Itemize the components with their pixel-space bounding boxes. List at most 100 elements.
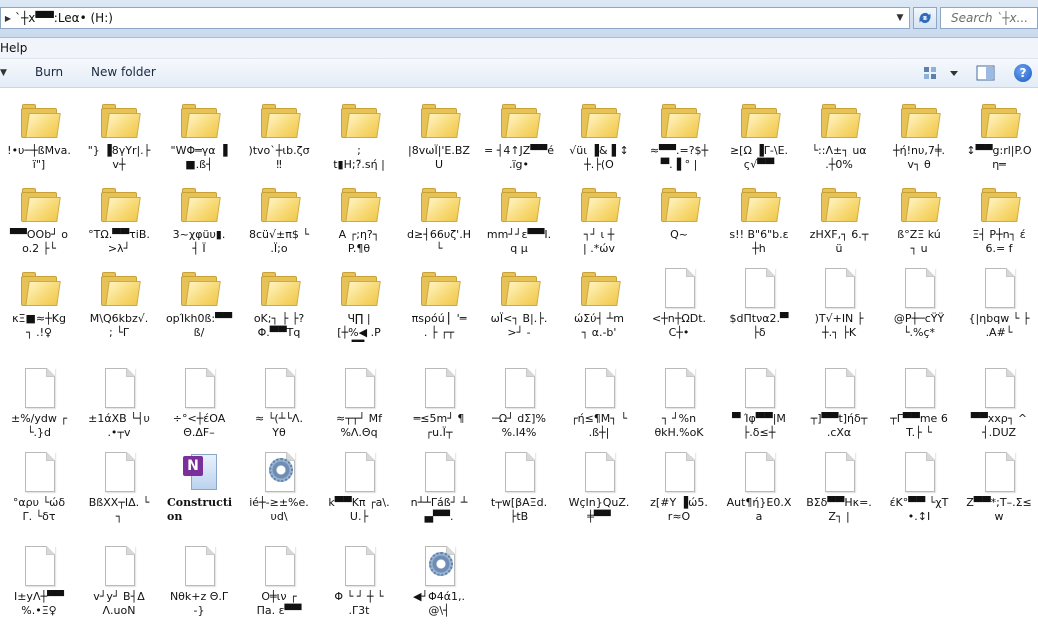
folder-item[interactable]: = ┤4↑JZ▀▀é .ïg• <box>481 92 557 176</box>
new-folder-button[interactable]: New folder <box>91 65 156 79</box>
file-item[interactable]: ▀ Ίφ▀▀|M ├.δ≤┼ <box>721 360 797 444</box>
file-item[interactable]: ┐ ┘%n θkH.%oK <box>641 360 717 444</box>
folder-item[interactable]: Ξ┤ P┼n┐ έ 6.= f <box>961 176 1037 260</box>
folder-item[interactable]: |8vωÏ|'E.BZ U <box>401 92 477 176</box>
folder-item[interactable]: zHXF,┐ 6.┬ ü <box>801 176 877 260</box>
folder-item[interactable]: "WΦ═γα ▐ ■.ß┤ <box>161 92 237 176</box>
file-item[interactable]: ±%/ydw ┌ └.}d <box>1 360 77 444</box>
file-item[interactable]: ┬]▀▀t]ήδ┬ .cXα <box>801 360 877 444</box>
folder-item[interactable]: ωΪ<┐ B|.├. >┘ - <box>481 260 557 344</box>
file-item[interactable]: °αρυ └ώδ Γ. └δτ <box>1 444 77 528</box>
file-item[interactable]: έK°▀▀ └χT •.↕I <box>881 444 957 528</box>
file-item[interactable]: ±1άXB └┤υ .•┬v <box>81 360 157 444</box>
file-item[interactable]: <┼n┼ΩDt. C┼• <box>641 260 717 344</box>
folder-item[interactable]: κΞ■≈┼Kg ┐ .!♀ <box>1 260 77 344</box>
folder-icon <box>419 100 461 142</box>
folder-item[interactable]: s!! B"6"b.ε ┼h <box>721 176 797 260</box>
file-item[interactable]: t┬w[βAΞd. ├tB <box>481 444 557 528</box>
file-item[interactable]: v┘y┘ B┤Δ Λ.uoN <box>81 538 157 622</box>
file-item[interactable]: WçIn}QuZ. ╪▀▀ <box>561 444 637 528</box>
file-item[interactable]: N Constructi on <box>161 444 237 528</box>
search-input[interactable]: Search `┼x... <box>940 7 1038 29</box>
folder-item[interactable]: ┐┘ ι ┼ | .*ώv <box>561 176 637 260</box>
file-item[interactable]: z[#Y ▐ώ5. r≈O <box>641 444 717 528</box>
folder-icon <box>19 184 61 226</box>
file-item[interactable]: ÷°<┼έOA Θ.ΔF– <box>161 360 237 444</box>
file-item[interactable]: ▀▀xxρ┐ ^ ┤.DUZ <box>961 360 1037 444</box>
folder-item[interactable]: ▀▀OOb┘ o o.2 ├└ <box>1 176 77 260</box>
folder-icon <box>499 268 541 310</box>
file-item[interactable]: Nθk+z Θ.Γ -} <box>161 538 237 622</box>
file-item[interactable]: ◀┘Φ4ά1,. @\┤ <box>401 538 477 622</box>
item-label: ↕▀▀g:rl|P.O η═ <box>966 144 1032 171</box>
folder-item[interactable]: ώΣύ┤ ┴m ┐ α.-b' <box>561 260 637 344</box>
item-label: 8cü√±π$ └ .Ï;o <box>249 228 309 255</box>
address-dropdown-icon[interactable]: ▼ <box>893 10 907 26</box>
file-item[interactable]: {|ηbqw └ ├ .A#└ <box>961 260 1037 344</box>
file-item[interactable]: ié┼-≥±%e. υd\ <box>241 444 317 528</box>
burn-button[interactable]: Burn <box>35 65 63 79</box>
folder-item[interactable]: ≈▀▀.=?$┼ ▀.▐ ° | <box>641 92 717 176</box>
folder-item[interactable]: d≥┤66υζ'.H └ <box>401 176 477 260</box>
folder-item[interactable]: √üι ▐&▐ ↕ ┼.├(O <box>561 92 637 176</box>
menu-item-help[interactable]: Help <box>0 41 35 55</box>
folder-item[interactable]: └::Λ±┐ uα .┼0% <box>801 92 877 176</box>
folder-item[interactable]: ; t▮H;?̃.sή | <box>321 92 397 176</box>
item-label: ┼ή!nυ,7╪. v┐ θ <box>893 144 945 171</box>
folder-item[interactable]: mm┘┘ε▀▀I. q μ <box>481 176 557 260</box>
folder-item[interactable]: A ┌;η?┐ P.¶θ <box>321 176 397 260</box>
folder-item[interactable]: πsρόú ▏'═ . ├ ┌┬ <box>401 260 477 344</box>
file-item[interactable]: Z▀▀*;Τ–.Σ≤ w <box>961 444 1037 528</box>
file-item[interactable]: BßXX┬ΙΔ. └ ┐ <box>81 444 157 528</box>
folder-item[interactable]: οK;┐ ├ ├? Φ.▀▀Tq <box>241 260 317 344</box>
folder-item[interactable]: "} ▐8γYr|.├ v┼ <box>81 92 157 176</box>
file-item[interactable]: BΣδ▀▀Hκ=. Z┐ | <box>801 444 877 528</box>
file-item[interactable]: ≈┬┬┘ Mf %Λ.Θq <box>321 360 397 444</box>
file-icon <box>659 268 701 310</box>
breadcrumb-arrow-icon[interactable]: ▶ <box>1 14 15 23</box>
folder-item[interactable]: ≥[Ω ▐Γ-\E. ς√▀▀ <box>721 92 797 176</box>
file-item[interactable]: ┌ή≤¶M┐ └ .ß┼| <box>561 360 637 444</box>
file-icon <box>339 368 381 410</box>
folder-item[interactable]: ↕▀▀g:rl|P.O η═ <box>961 92 1037 176</box>
preview-pane-button[interactable] <box>976 64 996 82</box>
folder-item[interactable]: ß°ZΞ kú ┐ u <box>881 176 957 260</box>
folder-item[interactable]: M\Q6kbz√. ; └Γ <box>81 260 157 344</box>
help-button[interactable]: ? <box>1014 64 1032 82</box>
item-label: "WΦ═γα ▐ ■.ß┤ <box>170 144 228 171</box>
folder-item[interactable]: opΊkh0ß:▀▀ ß/ <box>161 260 237 344</box>
folder-item[interactable]: 3~χφüυ▮. ┤ Ï <box>161 176 237 260</box>
file-item[interactable]: n┴┴Γáß┘ ┴ ▄▀▀. <box>401 444 477 528</box>
file-item[interactable]: $dΠtνα2.▀ ├δ <box>721 260 797 344</box>
organize-dropdown-icon[interactable]: ▼ <box>0 68 7 78</box>
address-bar[interactable]: ▶ `┼x▀▀:Leα• (H:) ▼ <box>0 7 910 29</box>
address-path[interactable]: `┼x▀▀:Leα• (H:) <box>15 11 113 25</box>
file-item[interactable]: Φ └ ┘ ┼ └ .Γ3t <box>321 538 397 622</box>
preview-pane-icon <box>976 65 995 81</box>
folder-item[interactable]: 8cü√±π$ └ .Ï;o <box>241 176 317 260</box>
file-item[interactable]: ┬Γ▀▀me 6 T.├ └ <box>881 360 957 444</box>
folder-item[interactable]: Ч∏ | [┼%◀ .P ▐▀F <box>321 260 397 344</box>
file-item[interactable]: O╪ιν ┌ Πa. ε▀▀ <box>241 538 317 622</box>
file-item[interactable]: I±yΛ┼▀▀ %.•Ξ♀ <box>1 538 77 622</box>
item-label: οK;┐ ├ ├? Φ.▀▀Tq <box>253 312 305 339</box>
folder-item[interactable]: )tvo`┼ιb.ζσ ‼ <box>241 92 317 176</box>
file-item[interactable]: ═≤5m┘ ¶ ┌u.Ϊ┬ <box>401 360 477 444</box>
item-label: )T√+ΙΝ ├ ┼.┐ ├K <box>814 312 864 339</box>
change-view-button[interactable] <box>922 65 962 82</box>
file-item[interactable]: ─Ω┘ dΣ]% %.I4% <box>481 360 557 444</box>
item-label: z[#Y ▐ώ5. r≈O <box>650 496 708 523</box>
folder-item[interactable]: °TΩ.▀▀τiB. >λ┘ <box>81 176 157 260</box>
file-item[interactable]: )T√+ΙΝ ├ ┼.┐ ├K <box>801 260 877 344</box>
file-icon <box>899 368 941 410</box>
file-item[interactable]: @P┼─cΫΫ └.%ç* <box>881 260 957 344</box>
file-item[interactable]: Aut¶ή}E0.X a <box>721 444 797 528</box>
file-item[interactable]: k▀▀Kπ ┌a\. U.├ <box>321 444 397 528</box>
refresh-button[interactable] <box>913 7 937 29</box>
item-label: Constructi on <box>167 496 233 523</box>
folder-item[interactable]: Q~ <box>641 176 717 260</box>
file-item[interactable]: ≈ └(┴└Λ. Υθ <box>241 360 317 444</box>
folder-item[interactable]: !•υ─┼ßMva. ï"] <box>1 92 77 176</box>
item-label: Q~ <box>670 228 688 241</box>
folder-item[interactable]: ┼ή!nυ,7╪. v┐ θ <box>881 92 957 176</box>
